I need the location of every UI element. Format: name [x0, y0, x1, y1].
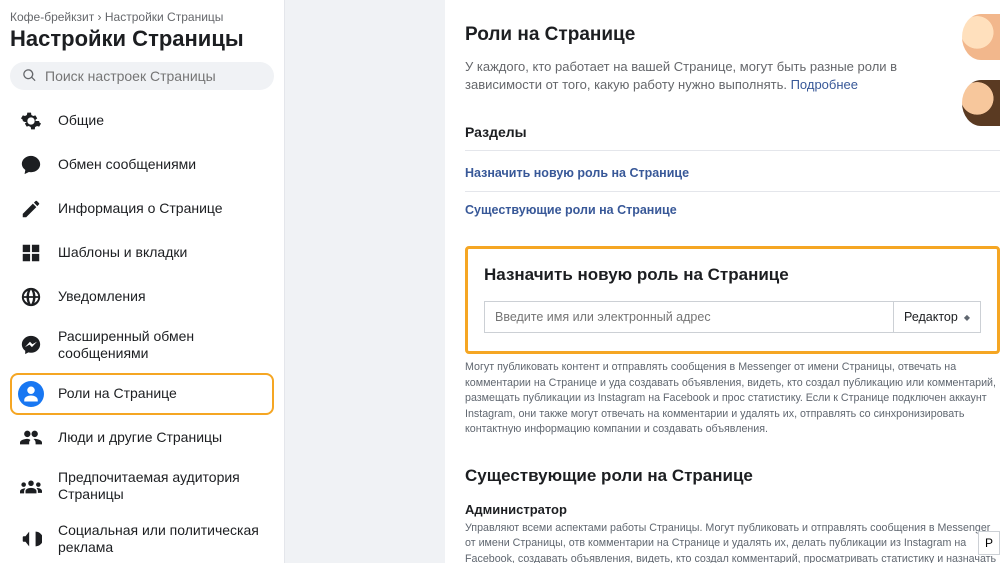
- sidebar-item-label: Роли на Странице: [58, 385, 177, 403]
- main-content: Роли на Странице У каждого, кто работает…: [445, 0, 1000, 563]
- existing-roles-title: Существующие роли на Странице: [465, 466, 1000, 486]
- assign-role-row: Редактор ◆: [484, 301, 981, 333]
- sidebar-item-label: Общие: [58, 112, 104, 130]
- chat-icon: [18, 152, 44, 178]
- sections-label: Разделы: [465, 124, 1000, 140]
- sidebar-item-messaging[interactable]: Обмен сообщениями: [10, 144, 274, 186]
- anchor-assign-role[interactable]: Назначить новую роль на Странице: [465, 155, 1000, 192]
- sidebar-item-label: Информация о Странице: [58, 200, 223, 218]
- gutter: [285, 0, 445, 563]
- sidebar-item-label: Социальная или политическая реклама: [58, 522, 266, 555]
- globe-icon: [18, 284, 44, 310]
- avatar-illustration: [962, 14, 1000, 60]
- sidebar-item-label: Уведомления: [58, 288, 146, 306]
- divider: [465, 150, 1000, 151]
- sidebar-item-label: Расширенный обмен сообщениями: [58, 328, 266, 363]
- sidebar-item-advanced-messaging[interactable]: Расширенный обмен сообщениями: [10, 320, 274, 371]
- sidebar-item-pageinfo[interactable]: Информация о Странице: [10, 188, 274, 230]
- admin-role-description: Управляют всеми аспектами работы Страниц…: [465, 521, 1000, 563]
- section-links: Назначить новую роль на Странице Существ…: [465, 155, 1000, 228]
- sidebar: Кофе-брейкзит › Настройки Страницы Настр…: [0, 0, 285, 563]
- existing-roles-block: Существующие роли на Странице Администра…: [465, 466, 1000, 563]
- breadcrumb[interactable]: Кофе-брейкзит › Настройки Страницы: [10, 10, 274, 24]
- sidebar-item-label: Обмен сообщениями: [58, 156, 196, 174]
- search-input[interactable]: [45, 68, 262, 84]
- anchor-existing-roles[interactable]: Существующие роли на Странице: [465, 192, 1000, 228]
- people-icon: [18, 425, 44, 451]
- assign-role-title: Назначить новую роль на Странице: [484, 265, 981, 285]
- role-dropdown-label: Редактор: [904, 310, 958, 324]
- section-title: Роли на Странице: [465, 24, 1000, 46]
- messenger-icon: [18, 332, 44, 358]
- role-admin-label: Администратор: [465, 502, 1000, 517]
- role-dropdown[interactable]: Редактор ◆: [893, 301, 981, 333]
- sidebar-nav: Общие Обмен сообщениями Информация о Стр…: [10, 100, 274, 555]
- sidebar-item-label: Люди и другие Страницы: [58, 429, 222, 447]
- sidebar-item-label: Предпочитаемая аудитория Страницы: [58, 469, 266, 504]
- sidebar-item-general[interactable]: Общие: [10, 100, 274, 142]
- sidebar-item-roles[interactable]: Роли на Странице: [10, 373, 274, 415]
- edit-button-partial[interactable]: Р: [978, 531, 1000, 555]
- grid-icon: [18, 240, 44, 266]
- avatar-illustration: [962, 80, 1000, 126]
- megaphone-icon: [18, 526, 44, 552]
- section-description: У каждого, кто работает на вашей Страниц…: [465, 58, 975, 94]
- assign-name-input[interactable]: [484, 301, 893, 333]
- search-icon: [22, 68, 37, 83]
- chevron-down-icon: ◆: [964, 313, 970, 322]
- pencil-icon: [18, 196, 44, 222]
- sidebar-item-label: Шаблоны и вкладки: [58, 244, 187, 262]
- assign-role-block: Назначить новую роль на Странице Редакто…: [465, 246, 1000, 354]
- gear-icon: [18, 108, 44, 134]
- person-icon: [18, 381, 44, 407]
- sidebar-item-people[interactable]: Люди и другие Страницы: [10, 417, 274, 459]
- sidebar-item-audience[interactable]: Предпочитаемая аудитория Страницы: [10, 461, 274, 512]
- page-title: Настройки Страницы: [10, 26, 274, 52]
- editor-role-description: Могут публиковать контент и отправлять с…: [465, 360, 1000, 438]
- sidebar-item-templates[interactable]: Шаблоны и вкладки: [10, 232, 274, 274]
- decorative-avatars: [962, 14, 1000, 126]
- sidebar-item-social-ads[interactable]: Социальная или политическая реклама: [10, 514, 274, 555]
- learn-more-link[interactable]: Подробнее: [791, 77, 858, 92]
- search-container[interactable]: [10, 62, 274, 90]
- audience-icon: [18, 473, 44, 499]
- sidebar-item-notifications[interactable]: Уведомления: [10, 276, 274, 318]
